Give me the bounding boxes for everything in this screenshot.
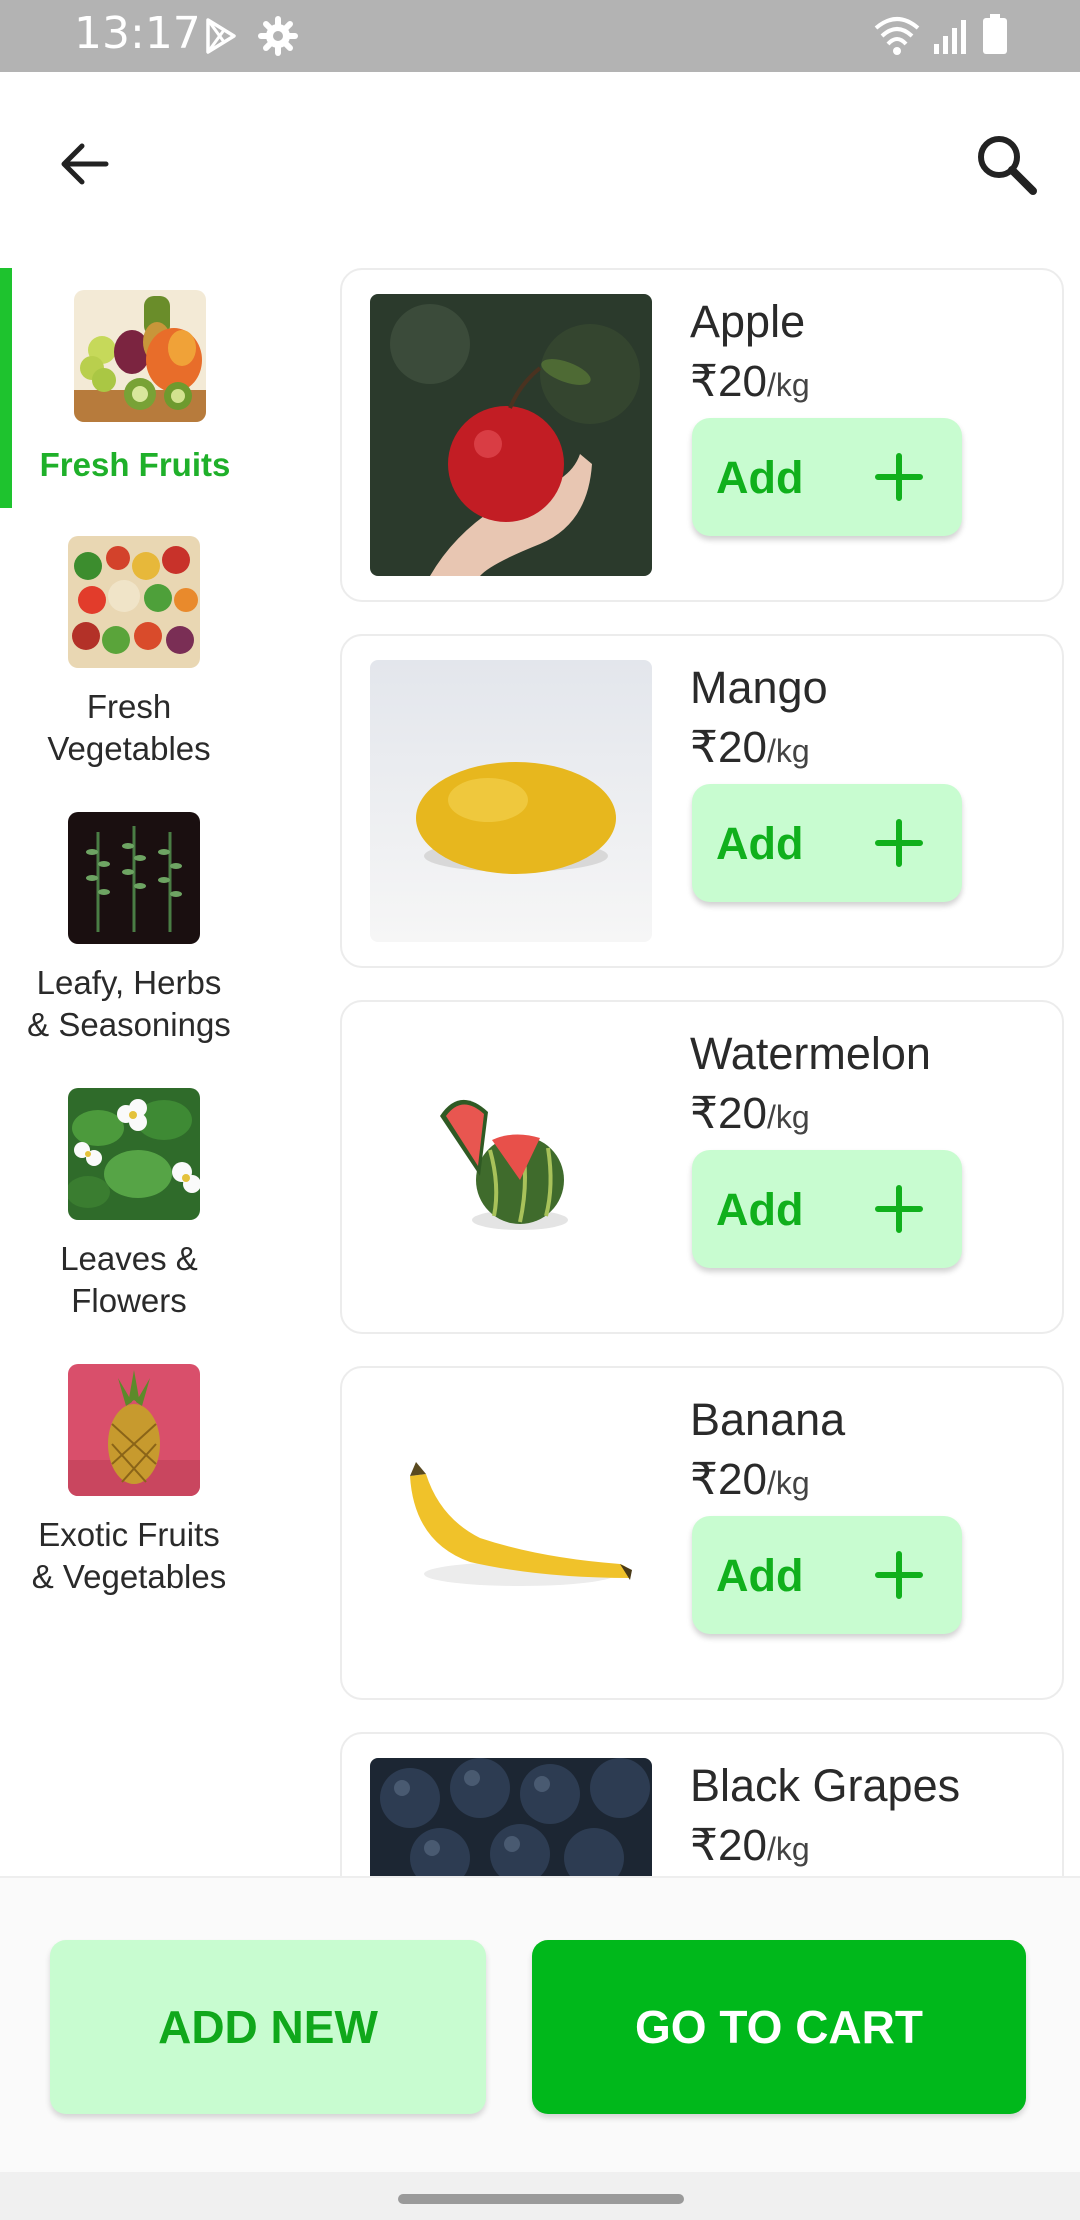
category-label-leafy-herbs-line2: & Seasonings bbox=[27, 1006, 231, 1043]
signal-icon bbox=[934, 20, 966, 54]
category-image-leafy-herbs bbox=[68, 812, 200, 944]
product-name: Black Grapes bbox=[690, 1760, 961, 1811]
plus-icon bbox=[875, 819, 923, 867]
category-label-leaves-flowers-line1: Leaves & bbox=[60, 1240, 198, 1277]
product-card-apple: Apple ₹20/kg Add bbox=[340, 268, 1064, 602]
product-price: ₹20/kg bbox=[690, 1820, 810, 1871]
add-button-banana[interactable]: Add bbox=[692, 1516, 962, 1634]
category-fresh-fruits[interactable]: Fresh Fruits bbox=[0, 268, 270, 508]
price-unit: /kg bbox=[766, 1099, 810, 1135]
product-name: Apple bbox=[690, 296, 806, 347]
category-image-leaves-flowers bbox=[68, 1088, 200, 1220]
plus-icon bbox=[875, 1551, 923, 1599]
product-name: Banana bbox=[690, 1394, 846, 1445]
add-button-mango[interactable]: Add bbox=[692, 784, 962, 902]
product-image-apple bbox=[370, 294, 652, 576]
category-leafy-herbs[interactable]: Leafy, Herbs & Seasonings bbox=[0, 812, 270, 1062]
category-fresh-vegetables[interactable]: Fresh Vegetables bbox=[0, 536, 270, 786]
add-button-label: Add bbox=[716, 452, 804, 503]
price-unit: /kg bbox=[766, 1831, 810, 1867]
bottom-action-bar: ADD NEW GO TO CART bbox=[0, 1876, 1080, 2172]
home-gesture-handle[interactable] bbox=[398, 2194, 684, 2204]
product-image-mango bbox=[370, 660, 652, 942]
add-button-label: Add bbox=[716, 818, 804, 869]
product-price: ₹20/kg bbox=[690, 722, 810, 773]
product-image-watermelon bbox=[370, 1026, 652, 1308]
category-image-exotic bbox=[68, 1364, 200, 1496]
product-name: Watermelon bbox=[690, 1028, 931, 1079]
price-unit: /kg bbox=[766, 1465, 810, 1501]
price-value: ₹20 bbox=[690, 723, 767, 772]
status-time: 13:17 bbox=[74, 8, 201, 59]
category-label-leafy-herbs-line1: Leafy, Herbs bbox=[36, 964, 222, 1001]
category-label-fresh-fruits: Fresh Fruits bbox=[39, 446, 231, 483]
add-button-label: Add bbox=[716, 1184, 804, 1235]
price-unit: /kg bbox=[766, 367, 810, 403]
product-name: Mango bbox=[690, 662, 828, 713]
status-bar: 13:17 bbox=[0, 0, 1080, 72]
category-image-fresh-fruits bbox=[74, 290, 206, 422]
play-store-icon bbox=[206, 18, 236, 54]
price-value: ₹20 bbox=[690, 1821, 767, 1870]
plus-icon bbox=[875, 453, 923, 501]
price-value: ₹20 bbox=[690, 1089, 767, 1138]
product-price: ₹20/kg bbox=[690, 1454, 810, 1505]
add-button-apple[interactable]: Add bbox=[692, 418, 962, 536]
search-icon bbox=[978, 136, 1037, 195]
settings-gear-icon bbox=[258, 16, 298, 56]
add-button-watermelon[interactable]: Add bbox=[692, 1150, 962, 1268]
go-to-cart-button[interactable]: GO TO CART bbox=[532, 1940, 1026, 2114]
price-value: ₹20 bbox=[690, 1455, 767, 1504]
category-label-exotic-line1: Exotic Fruits bbox=[38, 1516, 220, 1553]
add-new-button[interactable]: ADD NEW bbox=[50, 1940, 486, 2114]
battery-icon bbox=[983, 14, 1007, 54]
product-price: ₹20/kg bbox=[690, 1088, 810, 1139]
category-image-fresh-vegetables bbox=[68, 536, 200, 668]
product-card-mango: Mango ₹20/kg Add bbox=[340, 634, 1064, 968]
back-button[interactable] bbox=[52, 132, 116, 196]
wifi-icon bbox=[874, 17, 920, 55]
category-label-fresh-vegetables-line1: Fresh bbox=[86, 688, 172, 725]
price-unit: /kg bbox=[766, 733, 810, 769]
plus-icon bbox=[875, 1185, 923, 1233]
search-button[interactable] bbox=[966, 124, 1046, 204]
price-value: ₹20 bbox=[690, 357, 767, 406]
category-leaves-flowers[interactable]: Leaves & Flowers bbox=[0, 1088, 270, 1338]
add-button-label: Add bbox=[716, 1550, 804, 1601]
category-exotic[interactable]: Exotic Fruits & Vegetables bbox=[0, 1364, 270, 1614]
category-label-fresh-vegetables-line2: Vegetables bbox=[47, 730, 211, 767]
system-navigation-bar bbox=[0, 2172, 1080, 2220]
category-label-leaves-flowers-line2: Flowers bbox=[71, 1282, 187, 1319]
category-label-exotic-line2: & Vegetables bbox=[31, 1558, 227, 1595]
product-card-watermelon: Watermelon ₹20/kg Add bbox=[340, 1000, 1064, 1334]
product-image-banana bbox=[370, 1392, 652, 1674]
product-price: ₹20/kg bbox=[690, 356, 810, 407]
arrow-left-icon bbox=[61, 143, 109, 185]
product-card-banana: Banana ₹20/kg Add bbox=[340, 1366, 1064, 1700]
